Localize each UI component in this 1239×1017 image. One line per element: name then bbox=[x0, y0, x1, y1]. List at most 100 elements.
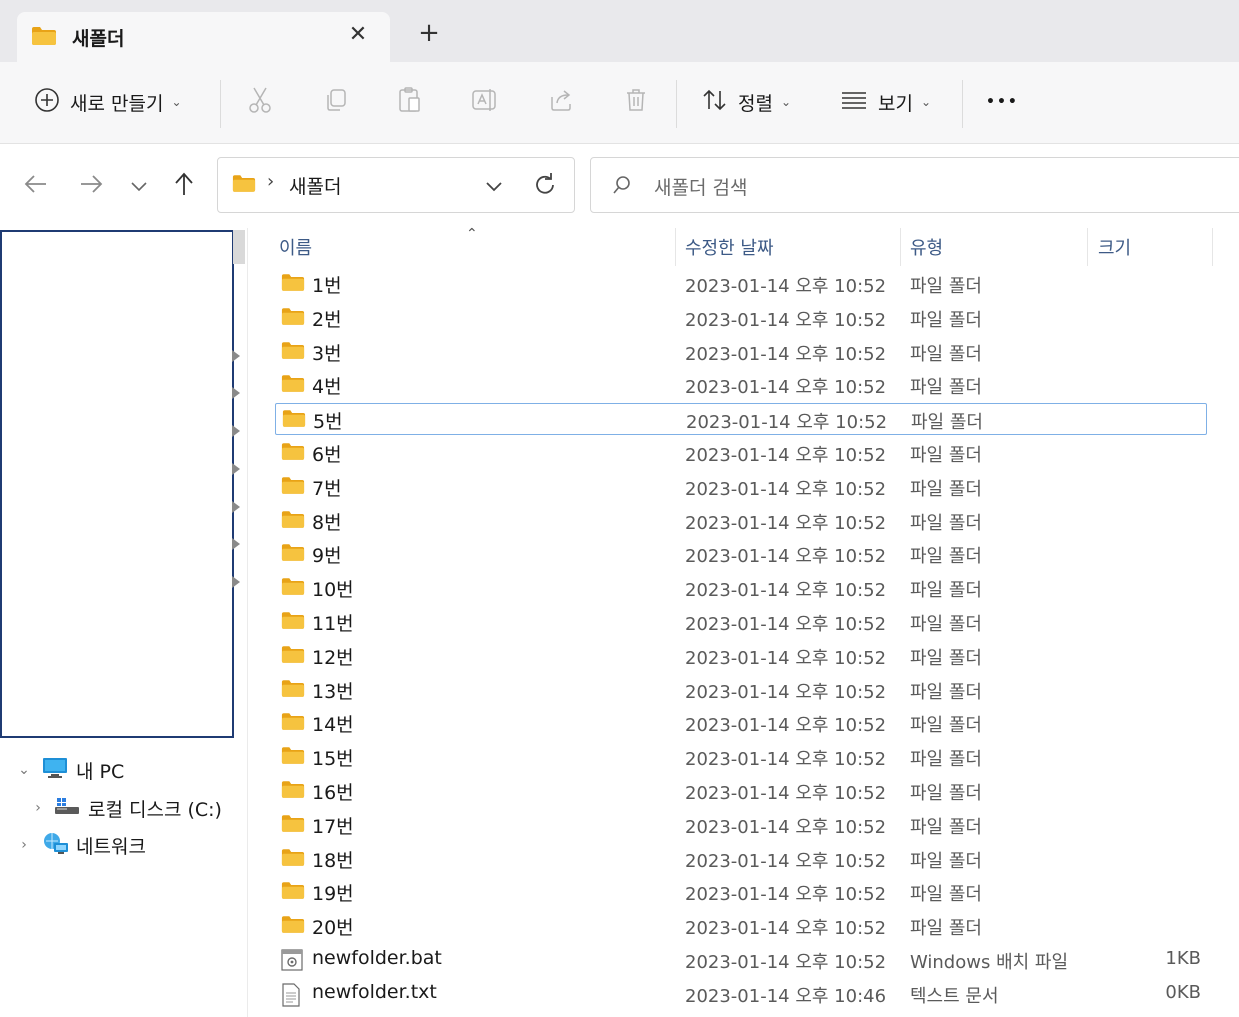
address-bar[interactable]: › 새폴더 bbox=[217, 157, 575, 213]
nav-expand-caret-icon[interactable] bbox=[232, 501, 240, 513]
nav-item-label: 내 PC bbox=[76, 760, 125, 783]
table-row[interactable]: 4번 2023-01-14 오후 10:52 파일 폴더 bbox=[275, 369, 1207, 401]
nav-item-label: 로컬 디스크 (C:) bbox=[88, 798, 222, 821]
close-icon[interactable]: ✕ bbox=[345, 22, 371, 48]
nav-expand-caret-icon[interactable] bbox=[232, 350, 240, 362]
nav-item-this-pc[interactable]: ⌄ 내 PC bbox=[14, 754, 124, 786]
nav-expand-caret-icon[interactable] bbox=[232, 538, 240, 550]
file-modified-date: 2023-01-14 오후 10:52 bbox=[685, 715, 887, 736]
chevron-down-icon: ⌄ bbox=[920, 95, 932, 109]
table-row[interactable]: 6번 2023-01-14 오후 10:52 파일 폴더 bbox=[275, 437, 1207, 469]
cut-button[interactable] bbox=[244, 86, 276, 118]
more-options-button[interactable]: ••• bbox=[986, 80, 1019, 124]
folder-icon bbox=[281, 848, 305, 871]
copy-icon bbox=[323, 87, 349, 117]
new-button-label: 새로 만들기 bbox=[70, 92, 164, 115]
nav-redacted-region bbox=[0, 230, 234, 738]
file-modified-date: 2023-01-14 오후 10:52 bbox=[685, 884, 887, 905]
nav-scrollbar-thumb[interactable] bbox=[233, 230, 245, 264]
file-name: 18번 bbox=[312, 850, 354, 872]
column-header-type[interactable]: 유형 bbox=[910, 234, 943, 260]
arrow-right-icon bbox=[78, 173, 104, 199]
rename-button[interactable] bbox=[469, 86, 501, 118]
column-divider[interactable] bbox=[1087, 228, 1088, 266]
table-row[interactable]: 14번 2023-01-14 오후 10:52 파일 폴더 bbox=[275, 707, 1207, 739]
table-row[interactable]: 11번 2023-01-14 오후 10:52 파일 폴더 bbox=[275, 606, 1207, 638]
back-button[interactable] bbox=[19, 169, 53, 203]
column-divider[interactable] bbox=[1212, 228, 1213, 266]
table-row[interactable]: 17번 2023-01-14 오후 10:52 파일 폴더 bbox=[275, 809, 1207, 841]
new-button[interactable]: 새로 만들기 ⌄ bbox=[34, 80, 182, 124]
paste-button[interactable] bbox=[394, 86, 426, 118]
file-type: 파일 폴더 bbox=[910, 377, 982, 398]
table-row[interactable]: 8번 2023-01-14 오후 10:52 파일 폴더 bbox=[275, 505, 1207, 537]
file-name: 16번 bbox=[312, 782, 354, 804]
nav-expand-caret-icon[interactable] bbox=[232, 425, 240, 437]
table-row[interactable]: 7번 2023-01-14 오후 10:52 파일 폴더 bbox=[275, 471, 1207, 503]
search-input[interactable]: 새폴더 검색 bbox=[590, 157, 1239, 213]
expander-icon[interactable]: › bbox=[28, 800, 48, 816]
nav-item-network[interactable]: › 네트워크 bbox=[14, 829, 146, 861]
file-name: newfolder.txt bbox=[312, 981, 437, 1003]
folder-icon bbox=[281, 543, 305, 566]
tab-active[interactable]: 새폴더 ✕ bbox=[17, 12, 390, 64]
table-row[interactable]: 15번 2023-01-14 오후 10:52 파일 폴더 bbox=[275, 741, 1207, 773]
nav-expand-caret-icon[interactable] bbox=[232, 387, 240, 399]
nav-expand-caret-icon[interactable] bbox=[232, 463, 240, 475]
divider bbox=[676, 80, 677, 128]
table-row[interactable]: 10번 2023-01-14 오후 10:52 파일 폴더 bbox=[275, 572, 1207, 604]
nav-expand-caret-icon[interactable] bbox=[232, 576, 240, 588]
pc-icon bbox=[42, 757, 68, 784]
navigation-pane: ⌄ 내 PC › 로컬 디스크 (C:) › 네트워크 bbox=[0, 228, 248, 1017]
table-row[interactable]: 19번 2023-01-14 오후 10:52 파일 폴더 bbox=[275, 876, 1207, 908]
copy-button[interactable] bbox=[320, 86, 352, 118]
column-header-size[interactable]: 크기 bbox=[1098, 234, 1131, 260]
file-size: 0KB bbox=[1165, 982, 1201, 1003]
new-tab-button[interactable]: + bbox=[414, 18, 444, 48]
table-row[interactable]: 1번 2023-01-14 오후 10:52 파일 폴더 bbox=[275, 268, 1207, 300]
sort-button[interactable]: 정렬 ⌄ bbox=[702, 80, 791, 124]
folder-icon bbox=[281, 746, 305, 769]
file-modified-date: 2023-01-14 오후 10:52 bbox=[685, 513, 887, 534]
column-divider[interactable] bbox=[900, 228, 901, 266]
table-row[interactable]: newfolder.bat 2023-01-14 오후 10:52 Windows … bbox=[275, 944, 1207, 976]
delete-button[interactable] bbox=[620, 86, 652, 118]
network-icon bbox=[42, 831, 70, 860]
column-header-modified[interactable]: 수정한 날짜 bbox=[685, 234, 774, 260]
refresh-icon[interactable] bbox=[531, 171, 559, 199]
column-header-name[interactable]: 이름 bbox=[279, 234, 312, 260]
table-row[interactable]: 12번 2023-01-14 오후 10:52 파일 폴더 bbox=[275, 640, 1207, 672]
expander-icon[interactable]: › bbox=[14, 837, 34, 853]
address-dropdown-icon[interactable] bbox=[482, 174, 506, 198]
table-row[interactable]: newfolder.txt 2023-01-14 오후 10:46 텍스트 문서 0K… bbox=[275, 978, 1207, 1010]
recent-locations-button[interactable] bbox=[122, 169, 156, 203]
file-name: 9번 bbox=[312, 545, 342, 567]
nav-item-local-disk[interactable]: › 로컬 디스크 (C:) bbox=[28, 792, 222, 824]
share-button[interactable] bbox=[545, 86, 577, 118]
file-modified-date: 2023-01-14 오후 10:52 bbox=[685, 580, 887, 601]
file-modified-date: 2023-01-14 오후 10:52 bbox=[685, 783, 887, 804]
table-row[interactable]: 18번 2023-01-14 오후 10:52 파일 폴더 bbox=[275, 843, 1207, 875]
file-name: 12번 bbox=[312, 647, 354, 669]
column-divider[interactable] bbox=[675, 228, 676, 266]
file-modified-date: 2023-01-14 오후 10:52 bbox=[685, 749, 887, 770]
table-row[interactable]: 9번 2023-01-14 오후 10:52 파일 폴더 bbox=[275, 538, 1207, 570]
expander-icon[interactable]: ⌄ bbox=[14, 762, 34, 778]
forward-button[interactable] bbox=[74, 169, 108, 203]
file-modified-date: 2023-01-14 오후 10:52 bbox=[685, 682, 887, 703]
table-row[interactable]: 2번 2023-01-14 오후 10:52 파일 폴더 bbox=[275, 302, 1207, 334]
up-button[interactable] bbox=[167, 169, 201, 203]
table-row[interactable]: 20번 2023-01-14 오후 10:52 파일 폴더 bbox=[275, 910, 1207, 942]
folder-icon bbox=[281, 915, 305, 938]
table-row[interactable]: 5번 2023-01-14 오후 10:52 파일 폴더 bbox=[275, 403, 1207, 435]
file-type: 텍스트 문서 bbox=[910, 986, 999, 1007]
view-button[interactable]: 보기 ⌄ bbox=[840, 80, 931, 124]
folder-icon bbox=[281, 510, 305, 533]
file-name: 6번 bbox=[312, 444, 342, 466]
file-type: 파일 폴더 bbox=[910, 546, 982, 567]
table-row[interactable]: 16번 2023-01-14 오후 10:52 파일 폴더 bbox=[275, 775, 1207, 807]
table-row[interactable]: 3번 2023-01-14 오후 10:52 파일 폴더 bbox=[275, 336, 1207, 368]
breadcrumb-current[interactable]: 새폴더 bbox=[289, 172, 341, 199]
table-row[interactable]: 13번 2023-01-14 오후 10:52 파일 폴더 bbox=[275, 674, 1207, 706]
breadcrumb-separator[interactable]: › bbox=[267, 171, 274, 192]
